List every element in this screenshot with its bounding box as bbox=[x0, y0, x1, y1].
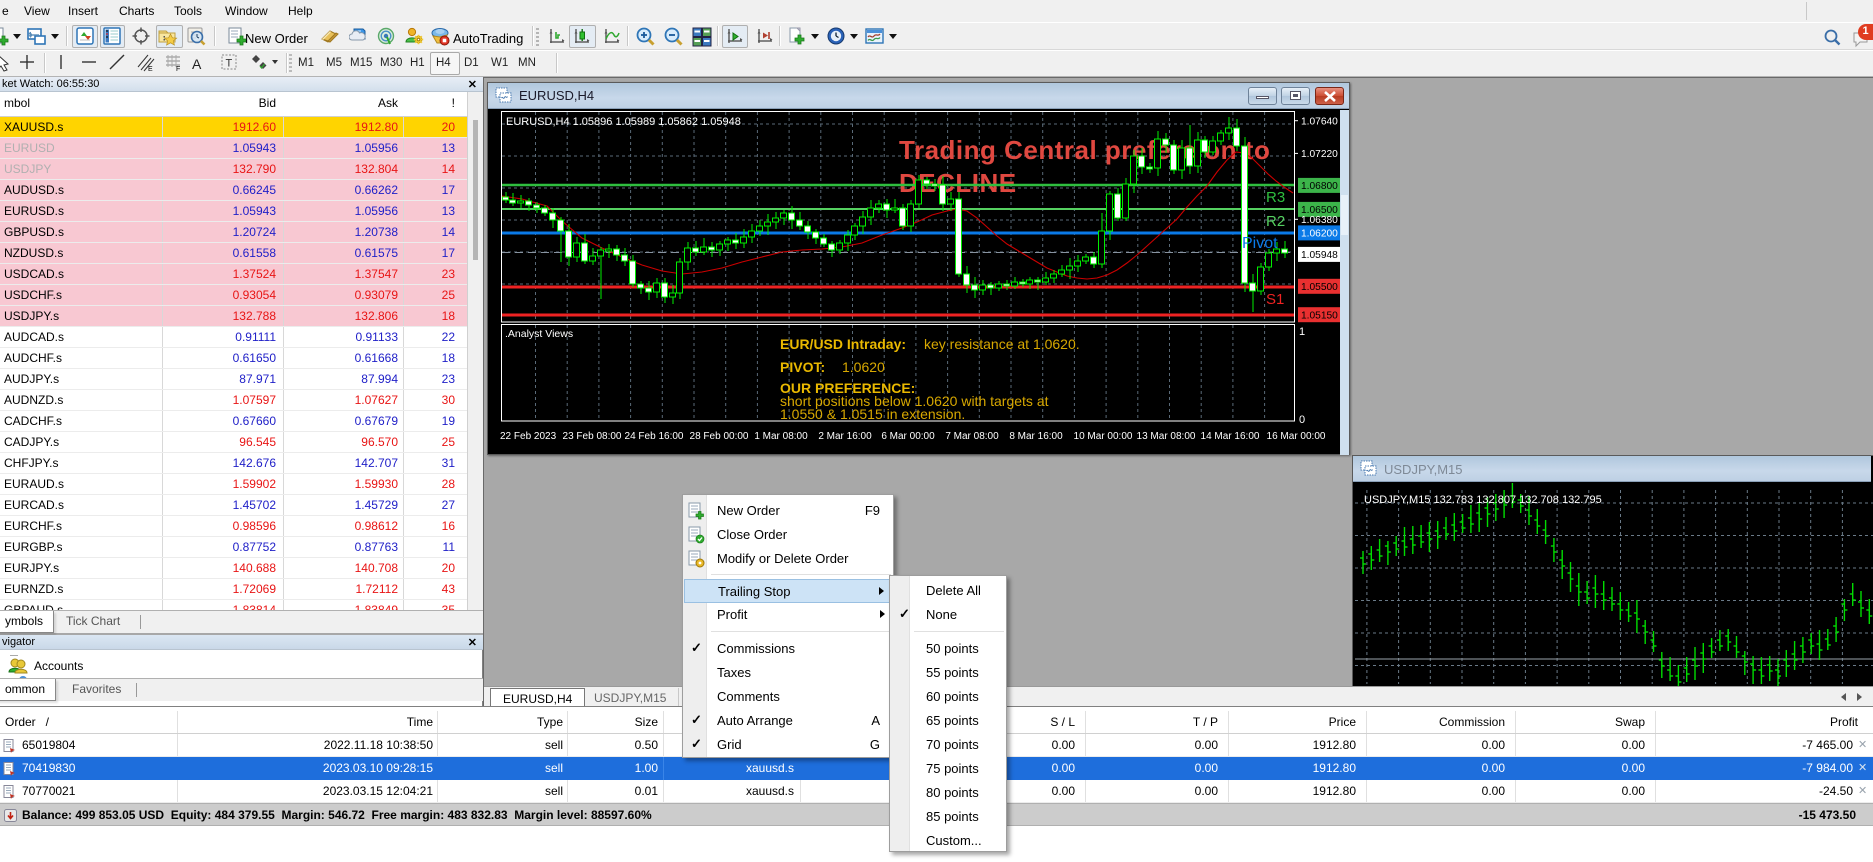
svg-text:1.0620: 1.0620 bbox=[842, 359, 885, 375]
svg-text:22 Feb 2023: 22 Feb 2023 bbox=[500, 431, 557, 442]
svg-text:EUR/USD Intraday:: EUR/USD Intraday: bbox=[780, 336, 906, 352]
svg-text:key resistance at 1.0620.: key resistance at 1.0620. bbox=[924, 336, 1080, 352]
svg-text:1.05500: 1.05500 bbox=[1301, 282, 1338, 293]
svg-text:1.0550 & 1.0515 in extension.: 1.0550 & 1.0515 in extension. bbox=[780, 406, 965, 422]
svg-text:28 Feb 00:00: 28 Feb 00:00 bbox=[690, 431, 749, 442]
svg-text:23 Feb 08:00: 23 Feb 08:00 bbox=[563, 431, 622, 442]
svg-text:PIVOT:: PIVOT: bbox=[780, 359, 825, 375]
svg-text:R2: R2 bbox=[1266, 213, 1285, 230]
svg-text:1.05150: 1.05150 bbox=[1301, 311, 1338, 322]
svg-text:6 Mar 00:00: 6 Mar 00:00 bbox=[881, 431, 935, 442]
svg-text:13 Mar 08:00: 13 Mar 08:00 bbox=[1137, 431, 1196, 442]
svg-text:2 Mar 16:00: 2 Mar 16:00 bbox=[818, 431, 872, 442]
svg-text:E: E bbox=[148, 66, 153, 73]
svg-text:14 Mar 16:00: 14 Mar 16:00 bbox=[1201, 431, 1260, 442]
svg-text:1.06200: 1.06200 bbox=[1301, 229, 1338, 240]
svg-text:10 Mar 00:00: 10 Mar 00:00 bbox=[1074, 431, 1133, 442]
svg-text:0: 0 bbox=[1299, 414, 1305, 426]
svg-text:1.07220: 1.07220 bbox=[1301, 149, 1338, 160]
svg-text:USDJPY,M15 132.783 132.807 13: USDJPY,M15 132.783 132.807 132.708 132.7… bbox=[1364, 494, 1602, 506]
svg-text:16 Mar 00:00: 16 Mar 00:00 bbox=[1267, 431, 1326, 442]
svg-text:S1: S1 bbox=[1266, 291, 1284, 308]
svg-text:T: T bbox=[226, 58, 233, 70]
svg-text:1.06800: 1.06800 bbox=[1301, 181, 1338, 192]
svg-text:24 Feb 16:00: 24 Feb 16:00 bbox=[625, 431, 684, 442]
svg-text:1: 1 bbox=[1299, 326, 1305, 338]
svg-text:1.07640: 1.07640 bbox=[1301, 117, 1338, 128]
svg-text:R3: R3 bbox=[1266, 189, 1285, 206]
svg-text:EURUSD,H4 1.05896 1.05989 1.0: EURUSD,H4 1.05896 1.05989 1.05862 1.0594… bbox=[506, 116, 741, 128]
svg-text:Pivot: Pivot bbox=[1242, 235, 1278, 252]
svg-text:8 Mar 16:00: 8 Mar 16:00 bbox=[1009, 431, 1063, 442]
svg-text:F: F bbox=[176, 66, 180, 73]
svg-text:1.05948: 1.05948 bbox=[1301, 250, 1338, 261]
svg-text:1.06380: 1.06380 bbox=[1301, 215, 1338, 226]
svg-text:7 Mar 08:00: 7 Mar 08:00 bbox=[945, 431, 999, 442]
svg-text:.Analyst Views: .Analyst Views bbox=[505, 328, 573, 340]
svg-text:1 Mar 08:00: 1 Mar 08:00 bbox=[754, 431, 808, 442]
